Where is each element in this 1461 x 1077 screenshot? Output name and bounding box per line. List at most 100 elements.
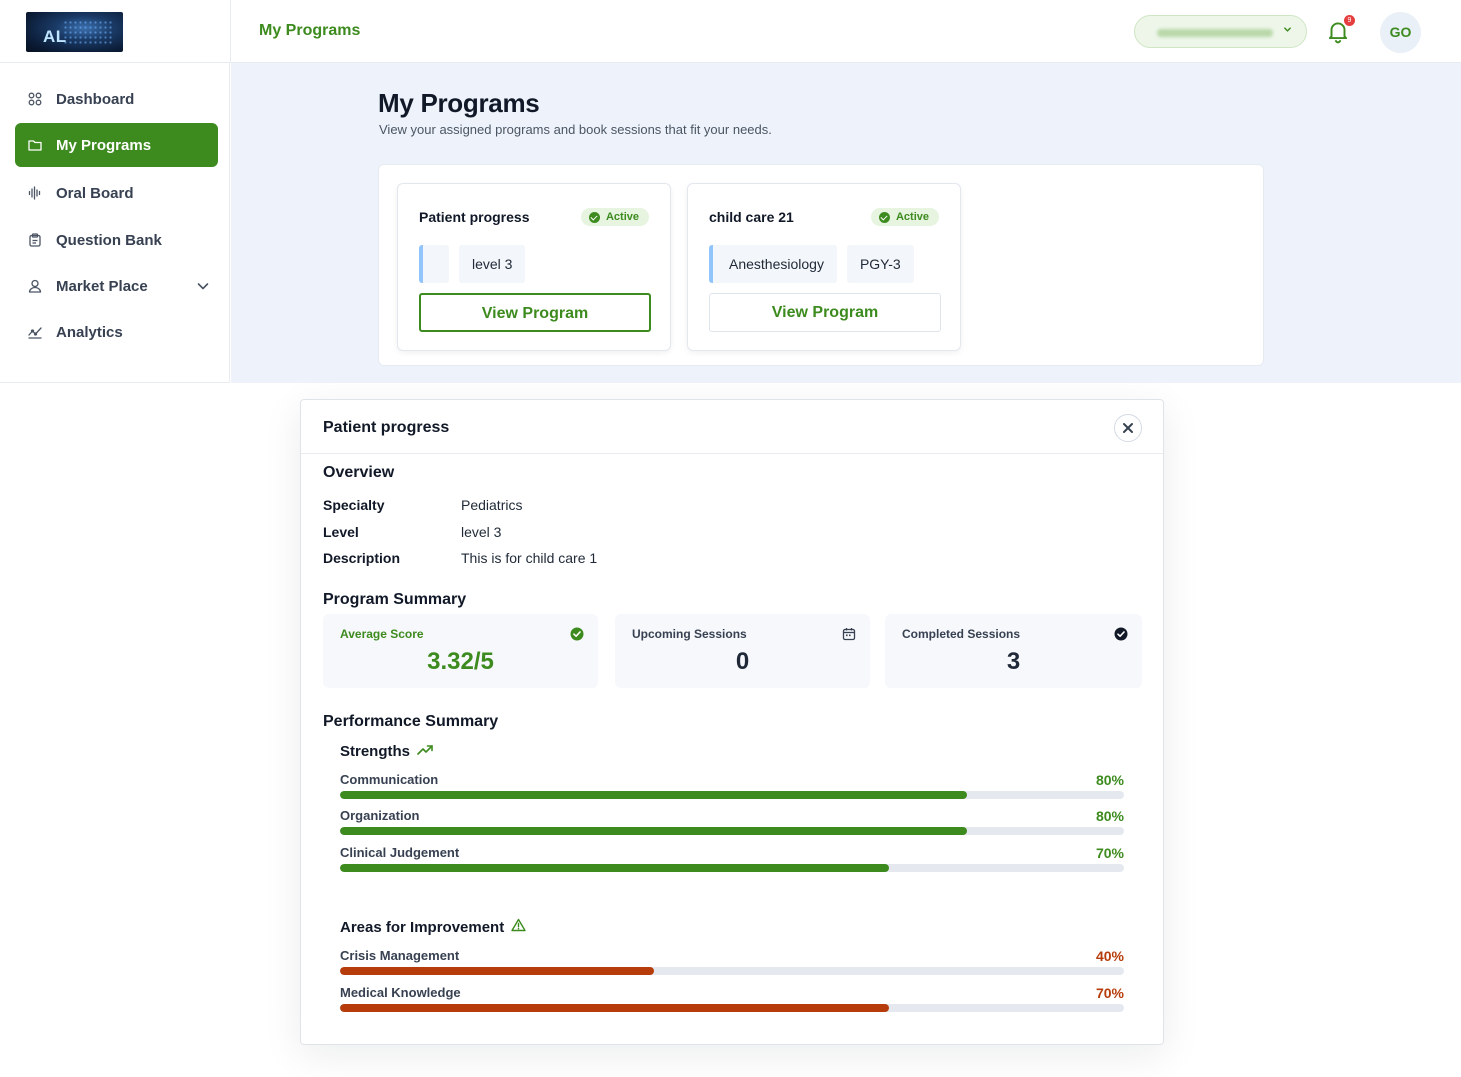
sidebar-item-dashboard[interactable]: Dashboard [15,77,218,121]
improvement-heading: Areas for Improvement [340,918,526,936]
divider [230,0,231,63]
program-tags: Anesthesiology PGY-3 [709,245,914,283]
progress-fill [340,1004,889,1012]
program-tags: level 3 [419,245,526,283]
analytics-icon [28,325,42,339]
check-circle-icon [878,211,890,223]
progress-track [340,864,1124,872]
modal-header: Patient progress [301,400,1163,454]
program-name: Patient progress [419,209,530,225]
user-avatar[interactable]: GO [1380,12,1421,53]
sidebar-item-market-place[interactable]: Market Place [15,264,218,308]
completed-sessions-value: 3 [1006,648,1021,675]
progress-track [340,791,1124,799]
page-subtitle: View your assigned programs and book ses… [379,122,772,137]
view-program-button[interactable]: View Program [419,293,651,332]
modal-title: Patient progress [323,419,450,436]
organization-name-redacted [1157,29,1273,37]
tag-specialty: Anesthesiology [709,245,837,283]
clipboard-icon [28,233,42,247]
specialty-value: Pediatrics [461,497,523,513]
sidebar-item-label: Question Bank [56,231,162,249]
status-badge: Active [870,208,939,226]
metric-percent: 70% [1095,845,1124,861]
page-title: My Programs [378,88,540,118]
waveform-icon [28,186,42,200]
metric-label: Crisis Management [340,948,460,963]
folder-icon [28,138,42,152]
sidebar-item-label: Dashboard [56,90,135,108]
progress-track [340,1004,1124,1012]
status-label: Active [605,211,639,223]
organization-select[interactable] [1134,15,1307,48]
sidebar-item-my-programs[interactable]: My Programs [15,123,218,167]
progress-track [340,827,1124,835]
sidebar-item-analytics[interactable]: Analytics [15,310,218,354]
chevron-down-icon [1283,25,1292,37]
performance-summary-heading: Performance Summary [323,713,499,730]
sidebar-item-label: Market Place [56,277,148,295]
stat-label: Average Score [340,627,424,641]
metric-percent: 40% [1095,948,1124,964]
metric-label: Medical Knowledge [340,985,461,1000]
completed-sessions-card: Completed Sessions 3 [885,614,1142,688]
average-score-card: Average Score 3.32/5 [323,614,598,688]
upcoming-sessions-value: 0 [735,648,750,675]
grid-icon [28,92,42,106]
sidebar: Dashboard My Programs Oral Board Questio… [0,63,230,383]
progress-track [340,967,1124,975]
chevron-down-icon[interactable] [196,279,210,293]
user-icon [28,279,42,293]
program-name: child care 21 [709,209,794,225]
metric-label: Communication [340,772,439,787]
calendar-icon [842,627,856,641]
stat-label: Upcoming Sessions [632,627,747,641]
notification-badge: 9 [1344,15,1355,26]
overview-heading: Overview [323,464,395,481]
sidebar-item-question-bank[interactable]: Question Bank [15,218,218,262]
sidebar-item-label: Oral Board [56,184,134,202]
program-card[interactable]: child care 21 Active Anesthesiology PGY-… [687,183,961,351]
close-button[interactable] [1114,414,1142,442]
status-label: Active [895,211,929,223]
strengths-heading: Strengths [340,743,433,760]
specialty-label: Specialty [323,497,385,513]
improvement-label: Areas for Improvement [340,918,505,936]
level-label: Level [323,524,359,540]
progress-fill [340,967,654,975]
metric-percent: 70% [1095,985,1124,1001]
description-value: This is for child care 1 [461,550,598,566]
sidebar-item-oral-board[interactable]: Oral Board [15,171,218,215]
tag-level: level 3 [459,245,526,283]
logo-text: AL [43,27,67,46]
warning-icon [511,918,526,936]
metric-label: Clinical Judgement [340,845,460,860]
tag-level: PGY-3 [846,245,914,283]
header-title: My Programs [259,22,361,39]
status-badge: Active [580,208,649,226]
upcoming-sessions-card: Upcoming Sessions 0 [615,614,870,688]
view-program-button[interactable]: View Program [709,293,941,332]
metric-percent: 80% [1095,772,1124,788]
program-summary-heading: Program Summary [323,591,467,608]
average-score-value: 3.32/5 [427,648,494,675]
check-circle-icon [588,211,600,223]
strengths-label: Strengths [340,743,411,760]
check-circle-icon [1114,627,1128,641]
stat-label: Completed Sessions [902,627,1021,641]
program-details-modal: Patient progress Overview Specialty Pedi… [300,399,1164,1045]
level-value: level 3 [461,524,502,540]
trending-up-icon [417,743,433,760]
program-card[interactable]: Patient progress Active level 3 View Pro… [397,183,671,351]
logo-pattern [63,20,113,44]
check-circle-icon [570,627,584,641]
close-icon [1123,423,1133,433]
tag-accent [419,245,449,283]
sidebar-item-label: Analytics [56,323,123,341]
sidebar-item-label: My Programs [56,136,152,154]
metric-percent: 80% [1095,808,1124,824]
progress-fill [340,864,889,872]
app-logo[interactable]: AL [26,12,123,52]
progress-fill [340,827,968,835]
description-label: Description [323,550,401,566]
